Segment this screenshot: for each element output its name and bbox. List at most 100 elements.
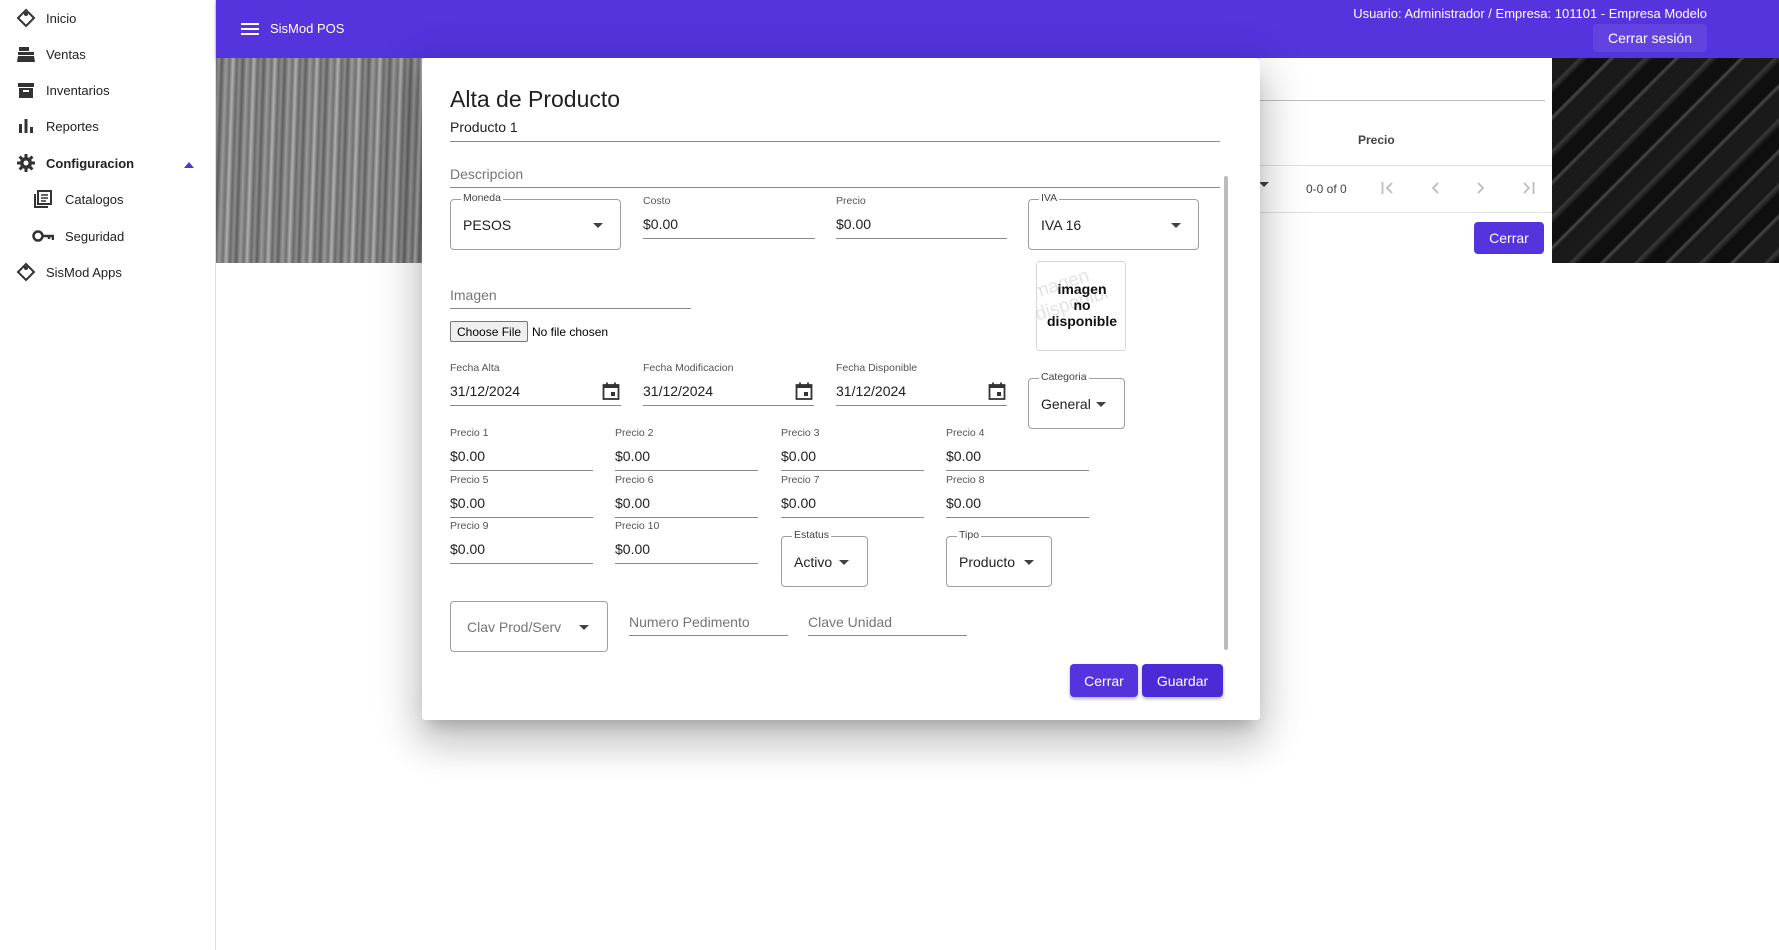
precio-8-value: $0.00 — [946, 495, 982, 511]
chevron-down-icon — [839, 560, 849, 565]
tipo-label: Tipo — [957, 529, 982, 541]
fecha-alta-label: Fecha Alta — [450, 362, 500, 374]
background-image-left — [216, 58, 422, 263]
clav-prod-serv-placeholder: Clav Prod/Serv — [467, 619, 562, 635]
file-status: No file chosen — [532, 325, 609, 339]
tipo-value: Producto — [959, 554, 1016, 570]
precio-10-label: Precio 10 — [615, 520, 660, 532]
pagination-info: 0-0 of 0 — [1306, 182, 1347, 196]
clave-unidad-field[interactable]: Clave Unidad — [808, 608, 967, 636]
precio-7-field[interactable]: Precio 7 $0.00 — [781, 474, 924, 518]
archive-icon — [15, 79, 37, 101]
background-search-underline — [1260, 100, 1545, 101]
sidebar-item-inicio[interactable]: Inicio — [0, 1, 216, 35]
precio-6-label: Precio 6 — [615, 474, 654, 486]
sidebar-item-label: Seguridad — [65, 228, 125, 244]
iva-value: IVA 16 — [1041, 217, 1082, 233]
precio-2-field[interactable]: Precio 2 $0.00 — [615, 427, 758, 471]
clave-unidad-placeholder: Clave Unidad — [808, 614, 893, 630]
product-dialog: Alta de Producto Producto 1 Descripcion … — [422, 58, 1260, 720]
fecha-disponible-field[interactable]: Fecha Disponible 31/12/2024 — [836, 362, 1007, 406]
precio-8-label: Precio 8 — [946, 474, 985, 486]
sidebar-item-catalogos[interactable]: Catalogos — [0, 182, 216, 216]
clav-prod-serv-select[interactable]: Clav Prod/Serv — [450, 601, 608, 652]
chevron-down-icon — [1171, 223, 1181, 228]
precio-9-field[interactable]: Precio 9 $0.00 — [450, 520, 593, 564]
product-name-value: Producto 1 — [450, 119, 518, 135]
imagen-field[interactable]: Imagen — [450, 282, 691, 309]
iva-select[interactable]: IVA IVA 16 — [1028, 192, 1199, 250]
precio-8-field[interactable]: Precio 8 $0.00 — [946, 474, 1089, 518]
precio-7-value: $0.00 — [781, 495, 817, 511]
sidebar-item-label: Ventas — [46, 46, 86, 62]
precio-4-label: Precio 4 — [946, 427, 985, 439]
calendar-icon[interactable] — [794, 381, 814, 401]
sidebar-item-inventarios[interactable]: Inventarios — [0, 73, 216, 107]
previous-page-icon[interactable] — [1425, 178, 1445, 198]
cancel-button[interactable]: Cerrar — [1070, 664, 1138, 697]
description-field[interactable]: Descripcion — [450, 161, 1220, 188]
moneda-select[interactable]: Moneda PESOS — [450, 192, 621, 250]
precio-3-field[interactable]: Precio 3 $0.00 — [781, 427, 924, 471]
sidebar-item-ventas[interactable]: Ventas — [0, 37, 216, 71]
estatus-select[interactable]: Estatus Activo — [781, 529, 868, 587]
precio-5-field[interactable]: Precio 5 $0.00 — [450, 474, 593, 518]
precio-3-value: $0.00 — [781, 448, 817, 464]
numero-pedimento-field[interactable]: Numero Pedimento — [629, 608, 788, 636]
imagen-placeholder: Imagen — [450, 287, 497, 303]
precio-6-field[interactable]: Precio 6 $0.00 — [615, 474, 758, 518]
estatus-value: Activo — [794, 554, 833, 570]
sidebar-item-configuracion[interactable]: Configuracion — [0, 146, 216, 180]
first-page-icon[interactable] — [1378, 178, 1398, 198]
precio-1-label: Precio 1 — [450, 427, 489, 439]
moneda-label: Moneda — [461, 192, 503, 204]
last-page-icon[interactable] — [1518, 178, 1538, 198]
sidebar-item-reportes[interactable]: Reportes — [0, 109, 216, 143]
user-info: Usuario: Administrador / Empresa: 101101… — [1353, 6, 1707, 21]
precio-6-value: $0.00 — [615, 495, 651, 511]
background-close-button[interactable]: Cerrar — [1474, 222, 1544, 254]
product-image-placeholder: imagen disponibl imagen no disponible — [1036, 261, 1126, 351]
fecha-alta-field[interactable]: Fecha Alta 31/12/2024 — [450, 362, 621, 406]
categoria-label: Categoria — [1039, 371, 1089, 383]
sidebar-item-seguridad[interactable]: Seguridad — [0, 219, 216, 253]
product-name-field[interactable]: Producto 1 — [450, 118, 1220, 142]
precio-7-label: Precio 7 — [781, 474, 820, 486]
fecha-modificacion-value: 31/12/2024 — [643, 383, 714, 399]
chevron-down-icon — [593, 223, 603, 228]
gear-icon — [15, 152, 37, 174]
precio-9-label: Precio 9 — [450, 520, 489, 532]
logout-button[interactable]: Cerrar sesión — [1592, 24, 1707, 52]
next-page-icon[interactable] — [1471, 178, 1491, 198]
save-button[interactable]: Guardar — [1142, 664, 1223, 697]
table-header-precio: Precio — [1358, 133, 1395, 147]
moneda-value: PESOS — [463, 217, 512, 233]
tipo-select[interactable]: Tipo Producto — [946, 529, 1052, 587]
sidebar-item-label: Configuracion — [46, 155, 135, 171]
precio-10-field[interactable]: Precio 10 $0.00 — [615, 520, 758, 564]
calendar-icon[interactable] — [987, 381, 1007, 401]
chevron-up-icon[interactable] — [184, 156, 194, 171]
costo-field[interactable]: Costo $0.00 — [643, 195, 815, 239]
choose-file-button[interactable]: Choose File — [450, 321, 529, 342]
app-title: SisMod POS — [270, 21, 345, 36]
precio-field[interactable]: Precio $0.00 — [836, 195, 1007, 239]
costo-label: Costo — [643, 195, 671, 207]
precio-4-field[interactable]: Precio 4 $0.00 — [946, 427, 1089, 471]
fecha-alta-value: 31/12/2024 — [450, 383, 521, 399]
fecha-modificacion-field[interactable]: Fecha Modificacion 31/12/2024 — [643, 362, 814, 406]
chevron-down-icon[interactable] — [1259, 182, 1269, 187]
fecha-modificacion-label: Fecha Modificacion — [643, 362, 734, 374]
fecha-disponible-label: Fecha Disponible — [836, 362, 918, 374]
sidebar-item-label: Reportes — [46, 118, 99, 134]
sidebar-item-sismod-apps[interactable]: SisMod Apps — [0, 255, 216, 289]
sidebar-item-label: SisMod Apps — [46, 264, 122, 280]
image-unavailable-text: imagen no disponible — [1047, 281, 1117, 329]
top-app-bar: SisMod POS Usuario: Administrador / Empr… — [216, 0, 1779, 58]
precio-1-field[interactable]: Precio 1 $0.00 — [450, 427, 593, 471]
home-icon — [15, 7, 37, 29]
calendar-icon[interactable] — [601, 381, 621, 401]
categoria-select[interactable]: Categoria General — [1028, 371, 1125, 429]
menu-icon[interactable] — [238, 17, 262, 41]
dialog-scrollbar[interactable] — [1224, 176, 1228, 650]
